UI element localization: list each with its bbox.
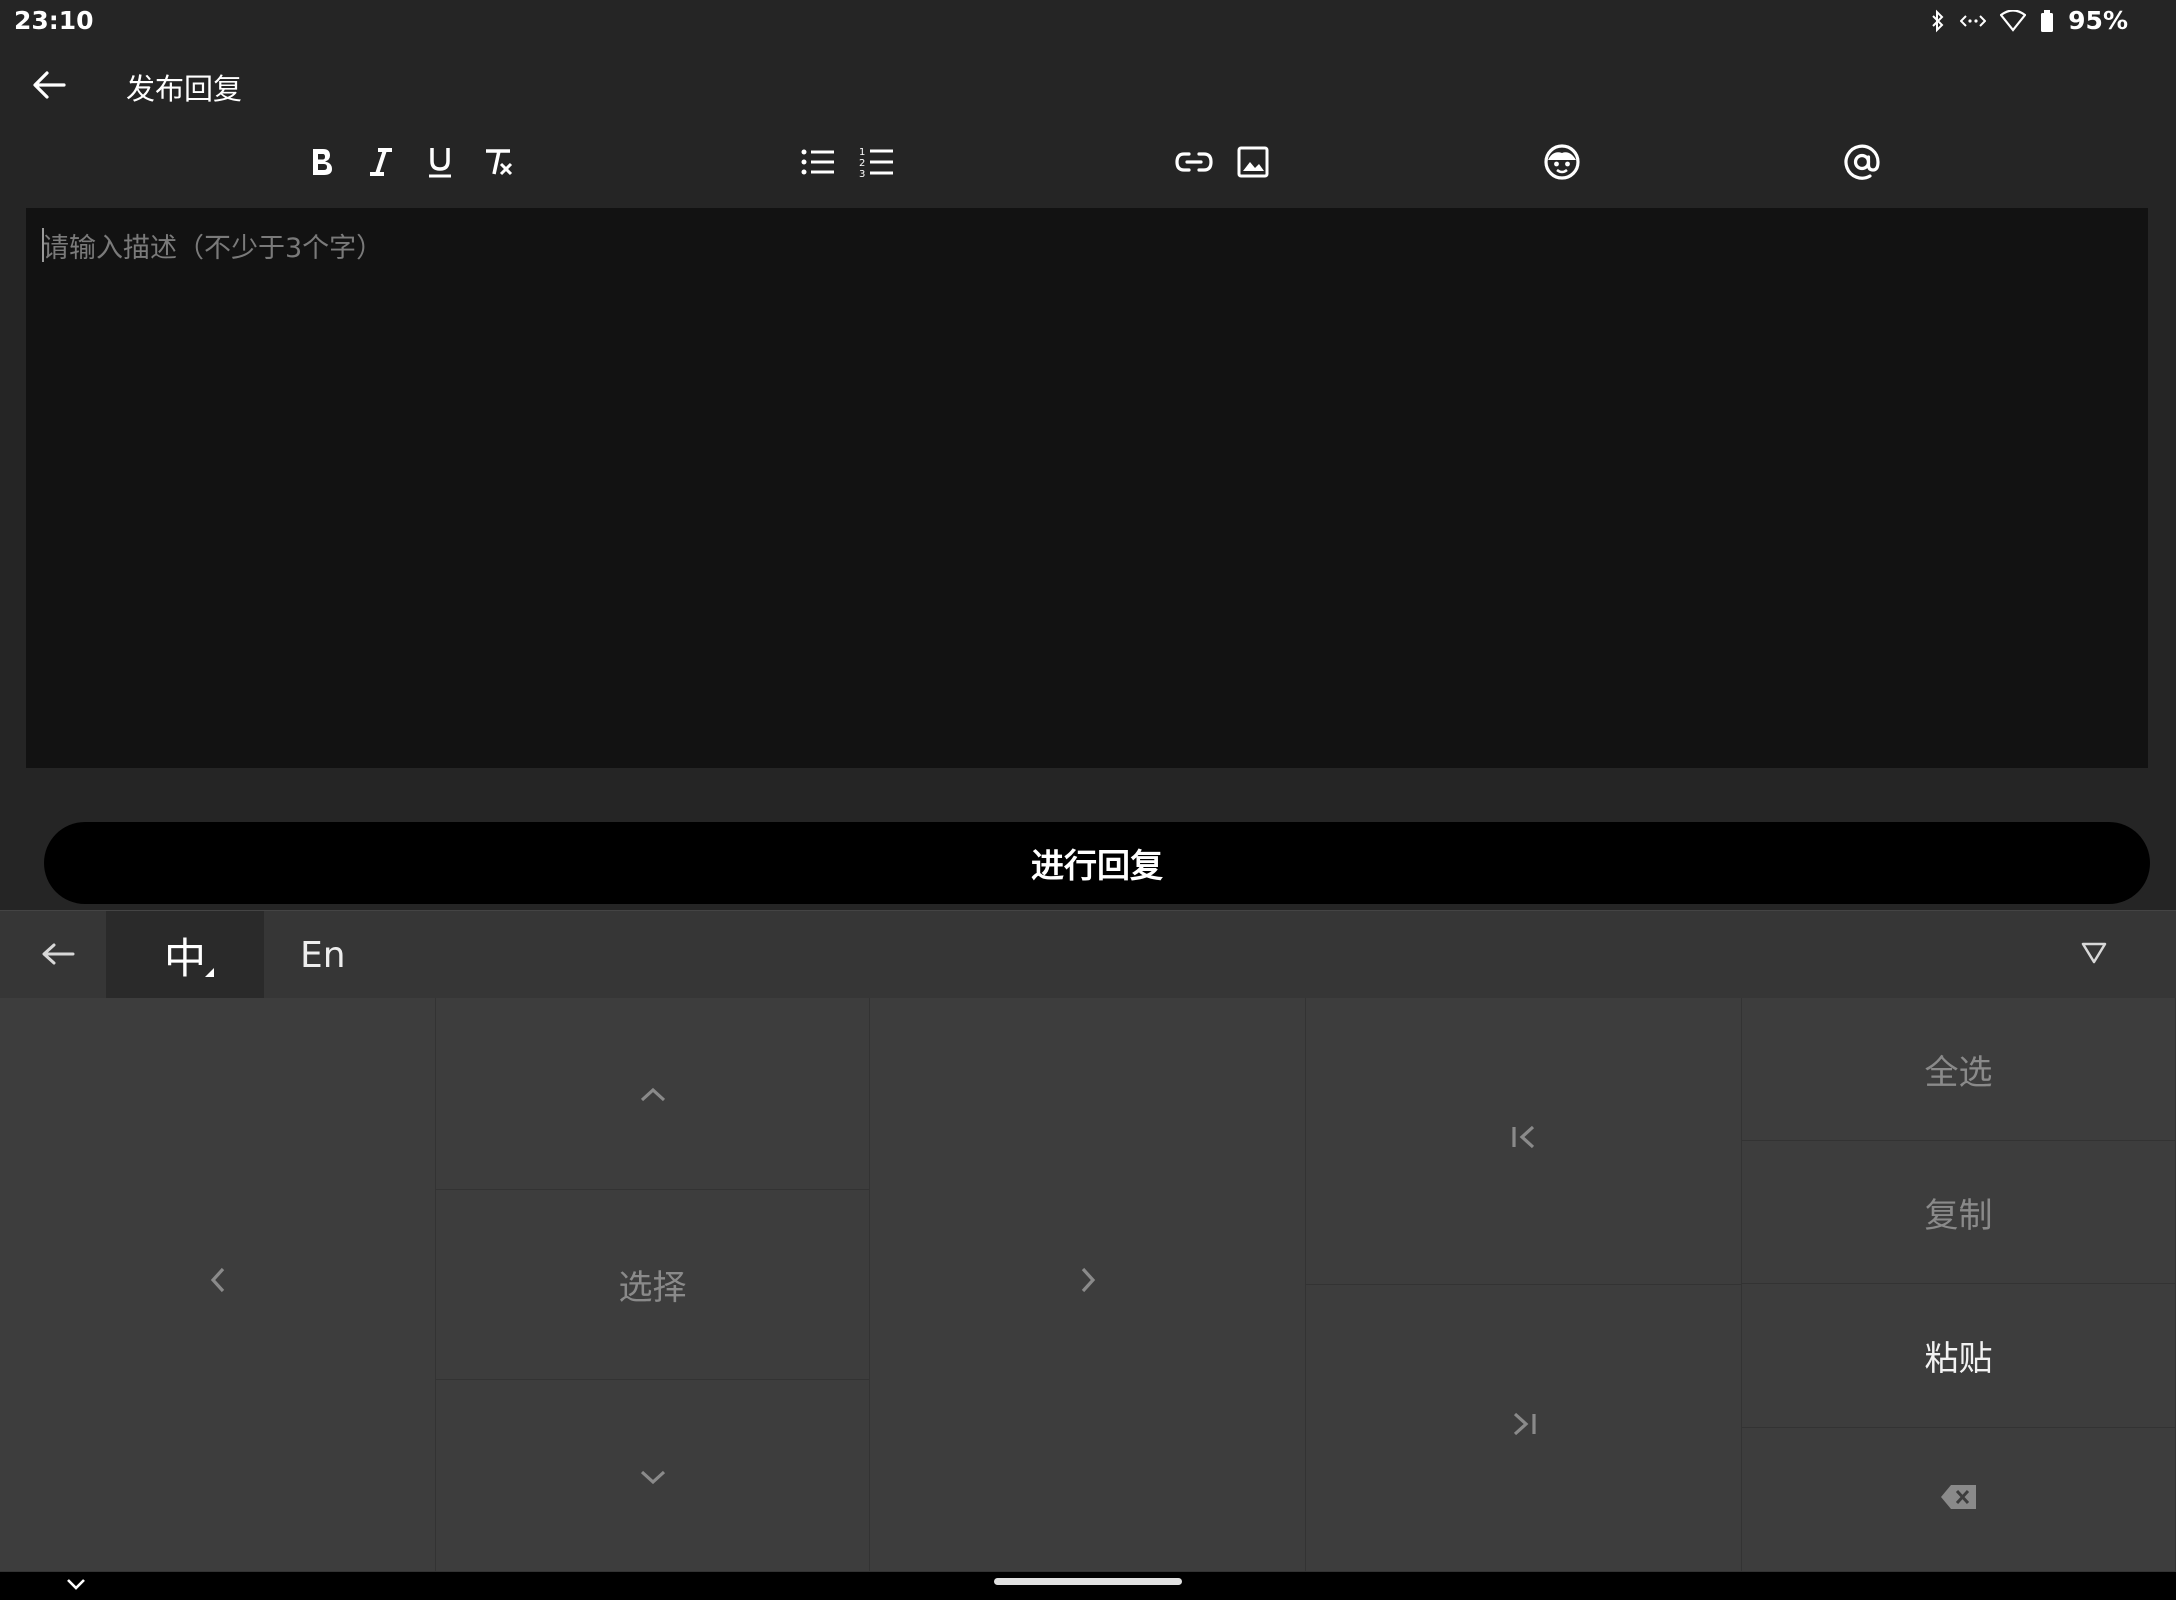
svg-text:1: 1: [859, 147, 865, 158]
app-bar: 发布回复: [0, 44, 2176, 124]
status-time: 23:10: [14, 6, 94, 35]
submit-reply-button[interactable]: 进行回复: [44, 822, 2150, 904]
underline-button[interactable]: [414, 138, 466, 190]
chevron-right-icon: [1078, 1264, 1098, 1305]
select-key[interactable]: 选择: [436, 1190, 870, 1380]
emoji-button[interactable]: [1536, 138, 1588, 190]
keyboard-collapse-button[interactable]: [2072, 933, 2116, 977]
back-button[interactable]: [24, 62, 74, 112]
chevron-down-icon: [65, 1576, 87, 1595]
mention-button[interactable]: [1836, 138, 1888, 190]
emoji-icon: [1543, 143, 1581, 185]
clear-format-icon: [482, 146, 516, 182]
at-sign-icon: [1843, 143, 1881, 185]
image-icon: [1236, 145, 1270, 183]
copy-key[interactable]: 复制: [1742, 1141, 2176, 1284]
reply-editor: [26, 208, 2148, 768]
reply-input[interactable]: [26, 208, 2148, 768]
status-bar: 23:10 95%: [0, 0, 2176, 44]
italic-icon: [366, 146, 396, 182]
backspace-key[interactable]: [1742, 1428, 2176, 1572]
cursor-left-key[interactable]: [0, 998, 436, 1572]
status-icons: 95%: [1930, 6, 2128, 35]
image-button[interactable]: [1227, 138, 1279, 190]
bold-button[interactable]: [296, 138, 348, 190]
svg-text:2: 2: [859, 158, 865, 169]
svg-text:3: 3: [859, 169, 865, 179]
clear-format-button[interactable]: [473, 138, 525, 190]
cursor-right-key[interactable]: [870, 998, 1306, 1572]
bullet-list-button[interactable]: [792, 138, 844, 190]
paste-key[interactable]: 粘贴: [1742, 1284, 2176, 1428]
corner-triangle-icon: [205, 968, 214, 977]
select-all-key[interactable]: 全选: [1742, 998, 2176, 1141]
skip-to-start-icon: [1509, 1121, 1539, 1161]
battery-percent: 95%: [2068, 6, 2128, 35]
numbered-list-button[interactable]: 123: [851, 138, 903, 190]
bullet-list-icon: [800, 146, 836, 182]
bold-icon: [307, 146, 337, 182]
move-to-end-key[interactable]: [1306, 1285, 1742, 1572]
chinese-input-toggle[interactable]: 中: [106, 911, 264, 999]
edit-keyboard: 选择 全选 复制 粘贴: [0, 998, 2176, 1572]
page-title: 发布回复: [126, 72, 243, 106]
cursor-up-key[interactable]: [436, 998, 870, 1190]
arrow-left-icon: [41, 942, 75, 970]
keyboard-back-button[interactable]: [30, 931, 86, 981]
bluetooth-icon: [1930, 9, 1946, 33]
link-icon: [1175, 150, 1213, 178]
navigation-bar: [0, 1572, 2176, 1600]
move-to-start-key[interactable]: [1306, 998, 1742, 1285]
chevron-up-icon: [637, 1074, 669, 1114]
backspace-icon: [1939, 1480, 1979, 1520]
battery-icon: [2040, 9, 2054, 33]
link-button[interactable]: [1168, 138, 1220, 190]
wifi-icon: [2000, 9, 2027, 32]
keyboard-toolbar: 中 En: [0, 910, 2176, 999]
cursor-down-key[interactable]: [436, 1380, 870, 1572]
skip-to-end-icon: [1509, 1408, 1539, 1448]
chinese-input-label: 中: [163, 933, 206, 983]
arrow-left-icon: [32, 70, 66, 104]
triangle-down-icon: [2080, 941, 2108, 969]
hide-keyboard-button[interactable]: [60, 1573, 92, 1597]
numbered-list-icon: 123: [859, 145, 895, 183]
italic-button[interactable]: [355, 138, 407, 190]
text-cursor: [42, 228, 44, 262]
chevron-down-icon: [637, 1456, 669, 1496]
chevron-left-icon: [208, 1264, 228, 1305]
underline-icon: [425, 145, 455, 183]
data-sync-icon: [1960, 11, 1987, 31]
english-input-toggle[interactable]: En: [300, 911, 346, 999]
home-gesture-handle[interactable]: [994, 1578, 1182, 1585]
